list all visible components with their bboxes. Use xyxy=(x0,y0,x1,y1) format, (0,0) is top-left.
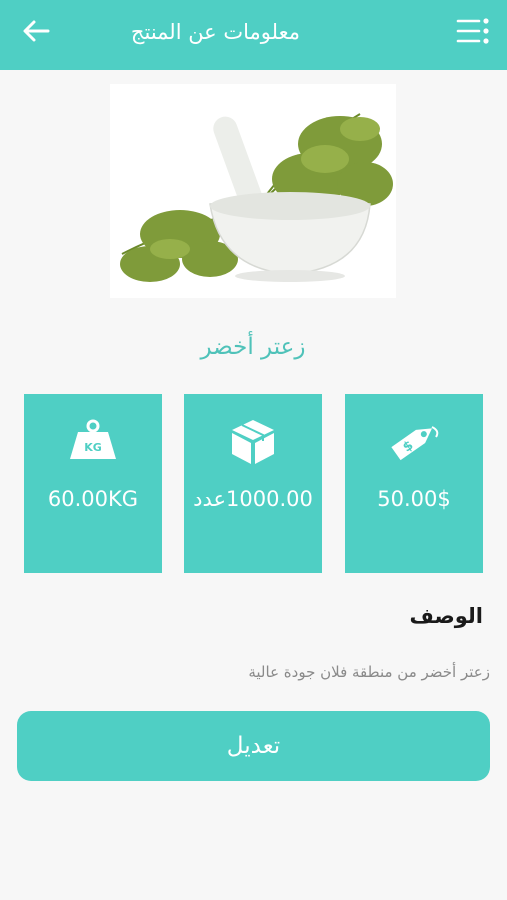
description-text: زعتر أخضر من منطقة فلان جودة عالية xyxy=(248,663,490,681)
weight-value: 60.00KG xyxy=(47,487,139,511)
weight-card: KG 60.00KG xyxy=(24,394,162,573)
page-title: معلومات عن المنتج xyxy=(130,20,300,44)
weight-kg-icon: KG xyxy=(70,419,116,459)
app-bar: معلومات عن المنتج xyxy=(0,0,507,70)
menu-dots-icon xyxy=(456,18,489,44)
price-tag-icon: $ xyxy=(391,426,439,461)
price-card: $ 50.00$ xyxy=(345,394,483,573)
box-icon xyxy=(232,420,274,464)
svg-text:KG: KG xyxy=(84,441,102,454)
back-button[interactable] xyxy=(18,13,54,49)
quantity-value: 1000.00عدد xyxy=(193,487,313,511)
product-name: زعتر أخضر xyxy=(200,334,306,360)
product-image xyxy=(110,84,396,298)
edit-button[interactable]: تعديل xyxy=(17,711,490,781)
arrow-left-icon xyxy=(23,20,50,42)
price-value: 50.00$ xyxy=(377,487,451,511)
quantity-card: 1000.00عدد xyxy=(184,394,322,573)
description-label: الوصف xyxy=(409,604,483,628)
menu-button[interactable] xyxy=(453,11,493,51)
